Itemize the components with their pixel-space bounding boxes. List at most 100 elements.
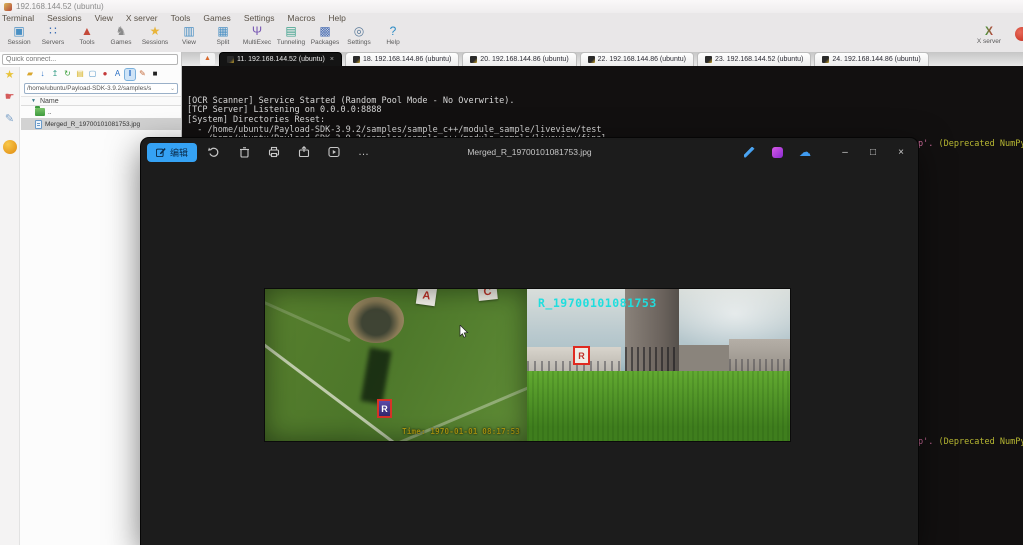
session-tab[interactable]: 24. 192.168.144.86 (ubuntu) [814,52,928,66]
clipchamp-icon [772,147,783,158]
slideshow-icon [328,146,340,158]
tab-terminal-icon [705,56,712,63]
session-tab[interactable]: 11. 192.168.144.52 (ubuntu) × [219,52,342,66]
refresh-icon[interactable]: ↻ [63,69,73,80]
copy-icon[interactable]: ▤ [75,69,85,80]
minimize-button[interactable]: – [832,141,858,163]
toolbar-icon: ▥ [183,24,194,39]
rotate-button[interactable] [201,142,227,162]
terminal-warning-line: p'. (Deprecated NumPy [918,139,1023,149]
toolbar-icon: ♞ [116,24,127,39]
folder-icon [35,108,45,116]
menu-item[interactable]: View [95,13,113,23]
exit-icon[interactable] [1015,27,1023,41]
parent-folder-row[interactable]: .. [21,106,181,118]
download-icon[interactable]: ↓ [38,69,48,80]
photos-app-window: 编辑 [141,138,918,545]
hand-icon[interactable]: ☛ [5,91,15,104]
menu-bar: Terminal Sessions View X server Tools Games Se… [2,13,1023,23]
menu-item[interactable]: Terminal [2,13,34,23]
toolbar-label: Settings [347,39,371,46]
share-button[interactable] [291,142,317,162]
packages-icon[interactable]: ▩ Packages [308,24,342,52]
multiexec-icon[interactable]: Ψ MultiExec [240,24,274,52]
toolbar-icon: ? [390,24,397,39]
chevron-down-icon: ⌄ [170,85,175,92]
close-button[interactable]: × [888,141,914,163]
slideshow-button[interactable] [321,142,347,162]
warning-prefix: p'. [918,437,933,447]
file-icon[interactable]: ▢ [88,69,98,80]
photos-titlebar-right: ☁ – □ × [736,138,914,166]
merged-photo[interactable]: A C R Time: 1970-01-01 08:17:53 R R_1970… [265,289,790,441]
font-icon[interactable]: A [113,69,123,80]
window-title: 192.168.144.52 (ubuntu) [16,2,104,11]
tab-scroll-up-icon[interactable]: ▲ [200,53,215,65]
tab-close-icon[interactable]: × [330,56,334,63]
print-button[interactable] [261,142,287,162]
more-button[interactable]: … [351,142,377,162]
folder-icon[interactable]: ▰ [25,69,35,80]
menu-item[interactable]: X server [126,13,158,23]
pause-icon[interactable]: ‖ [125,69,135,80]
menu-item[interactable]: Sessions [47,13,82,23]
quick-connect-input[interactable] [2,54,178,65]
app-titlebar: 192.168.144.52 (ubuntu) [0,0,1023,13]
moba-home-icon[interactable] [3,140,17,154]
toolbar-label: Tunneling [277,39,305,46]
settings-icon[interactable]: ◎ Settings [342,24,376,52]
view-icon[interactable]: ▥ View [172,24,206,52]
sidebar-icon-strip: ★ ☛ ✎ [0,67,20,545]
menu-item[interactable]: Games [203,13,230,23]
path-value: /home/ubuntu/Payload-SDK-3.9.2/samples/s [27,85,151,92]
star-icon[interactable]: ★ [5,69,15,82]
menu-item[interactable]: Macros [288,13,316,23]
tab-label: 22. 192.168.144.86 (ubuntu) [598,56,686,63]
photos-filename-title: Merged_R_19700101081753.jpg [467,138,591,166]
tab-label: 24. 192.168.144.86 (ubuntu) [832,56,920,63]
servers-icon[interactable]: ∷ Servers [36,24,70,52]
toolbar-icon: ▤ [285,24,296,39]
session-tab[interactable]: 20. 192.168.144.86 (ubuntu) [462,52,576,66]
file-row-selected[interactable]: Merged_R_19700101081753.jpg [21,118,181,130]
tunneling-icon[interactable]: ▤ Tunneling [274,24,308,52]
stop-icon[interactable]: ● [100,69,110,80]
pencil-icon[interactable]: ✎ [5,113,14,126]
toolbar-icon: ▲ [81,24,93,39]
delete-button[interactable] [231,142,257,162]
onedrive-button[interactable]: ☁ [792,142,818,162]
column-header-name[interactable]: ▼ Name [21,96,181,106]
menu-item[interactable]: Settings [244,13,275,23]
edit-button[interactable]: 编辑 [147,143,197,162]
session-tab[interactable]: 22. 192.168.144.86 (ubuntu) [580,52,694,66]
share-icon [298,146,310,158]
xserver-button[interactable]: X X server [969,24,1009,52]
tools-icon[interactable]: ▲ Tools [70,24,104,52]
markup-button[interactable] [736,142,762,162]
cloud-icon: ☁ [799,146,811,158]
clipchamp-button[interactable] [764,142,790,162]
toolbar-label: Games [111,39,132,46]
pencil-icon[interactable]: ✎ [138,69,148,80]
path-dropdown[interactable]: /home/ubuntu/Payload-SDK-3.9.2/samples/s… [24,83,178,94]
terminal-icon[interactable]: ■ [150,69,160,80]
help-icon[interactable]: ? Help [376,24,410,52]
aerial-view-half: A C R Time: 1970-01-01 08:17:53 [265,289,527,441]
menu-item[interactable]: Tools [171,13,191,23]
toolbar-label: Session [7,39,30,46]
edit-button-label: 编辑 [170,146,188,159]
split-icon[interactable]: ▦ Split [206,24,240,52]
menu-item[interactable]: Help [328,13,345,23]
session-icon[interactable]: ▣ Session [2,24,36,52]
tab-terminal-icon [470,56,477,63]
session-tab[interactable]: 23. 192.168.144.52 (ubuntu) [697,52,811,66]
upload-icon[interactable]: ↥ [50,69,60,80]
warning-text: (Deprecated NumPy [933,139,1023,149]
games-icon[interactable]: ♞ Games [104,24,138,52]
sessions-icon[interactable]: ★ Sessions [138,24,172,52]
toolbar-icon: ▣ [13,24,24,39]
grass-field [527,371,790,441]
toolbar-icon: ∷ [49,24,57,39]
session-tab[interactable]: 18. 192.168.144.86 (ubuntu) [345,52,459,66]
maximize-button[interactable]: □ [860,141,886,163]
